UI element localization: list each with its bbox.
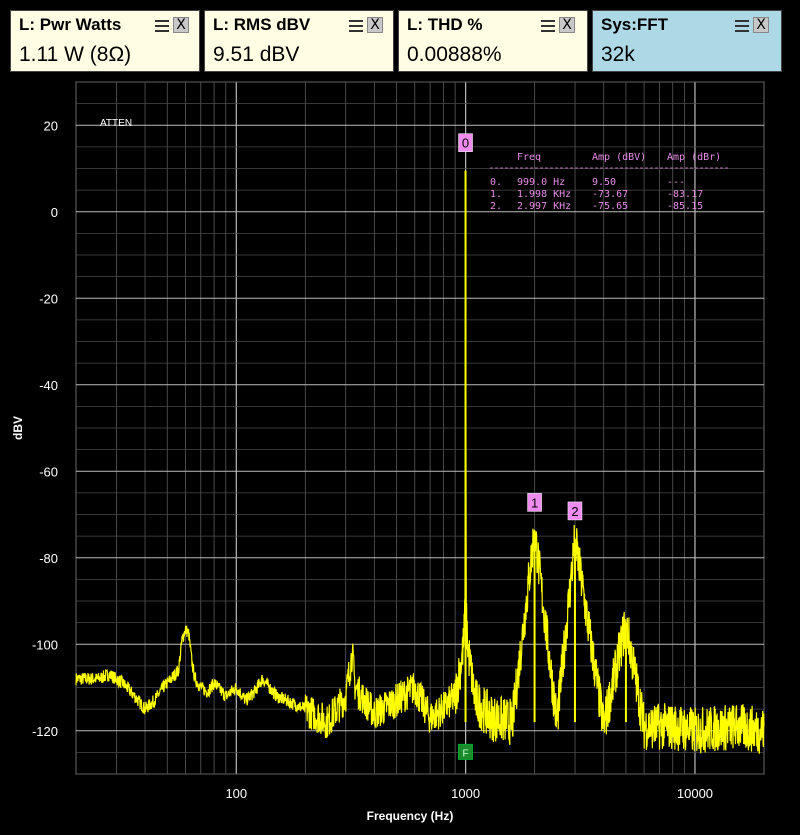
y-tick-label: -100 <box>32 637 58 652</box>
y-tick-label: -40 <box>39 378 58 393</box>
table-cell-index: 0. <box>490 177 502 188</box>
y-axis-label: dBV <box>11 416 25 440</box>
table-cell-amp-dbr: -83.17 <box>667 189 703 200</box>
y-tick-label: 0 <box>51 205 58 220</box>
table-cell-amp-dbv: 9.50 <box>592 177 616 188</box>
table-cell-freq: 999.0 Hz <box>517 177 565 188</box>
table-header-amp-dbv: Amp (dBV) <box>592 152 646 163</box>
y-tick-label: 20 <box>44 118 58 133</box>
table-cell-amp-dbv: -75.65 <box>592 201 628 212</box>
y-tick-label: -120 <box>32 724 58 739</box>
y-tick-label: -60 <box>39 464 58 479</box>
table-cell-amp-dbr: -85.15 <box>667 201 703 212</box>
y-tick-label: -20 <box>39 291 58 306</box>
table-cell-index: 1. <box>490 189 502 200</box>
fundamental-marker-label: F <box>462 748 468 759</box>
atten-annotation: ATTEN <box>100 118 132 129</box>
x-tick-label: 1000 <box>451 786 480 801</box>
peak-marker-label: 2 <box>571 504 578 519</box>
fft-chart[interactable]: 200-20-40-60-80-100-120 100 1000 10000 Fre… <box>0 0 800 835</box>
x-axis-label: Frequency (Hz) <box>367 809 454 823</box>
x-tick-label: 10000 <box>677 786 713 801</box>
x-axis-ticks: 100 1000 10000 <box>225 786 713 801</box>
table-cell-index: 2. <box>490 201 502 212</box>
x-tick-label: 100 <box>225 786 247 801</box>
y-axis-ticks: 20 0 -20 -40 -60 -80 -100 -120 <box>32 118 58 739</box>
peak-marker-label: 0 <box>462 136 469 151</box>
table-header-amp-dbr: Amp (dBr) <box>667 152 721 163</box>
table-cell-freq: 1.998 KHz <box>517 189 571 200</box>
peak-marker-label: 1 <box>531 495 538 510</box>
table-header-freq: Freq <box>517 152 541 163</box>
table-cell-amp-dbr: --- <box>667 177 685 188</box>
table-cell-amp-dbv: -73.67 <box>592 189 628 200</box>
table-cell-freq: 2.997 KHz <box>517 201 571 212</box>
y-tick-label: -80 <box>39 551 58 566</box>
